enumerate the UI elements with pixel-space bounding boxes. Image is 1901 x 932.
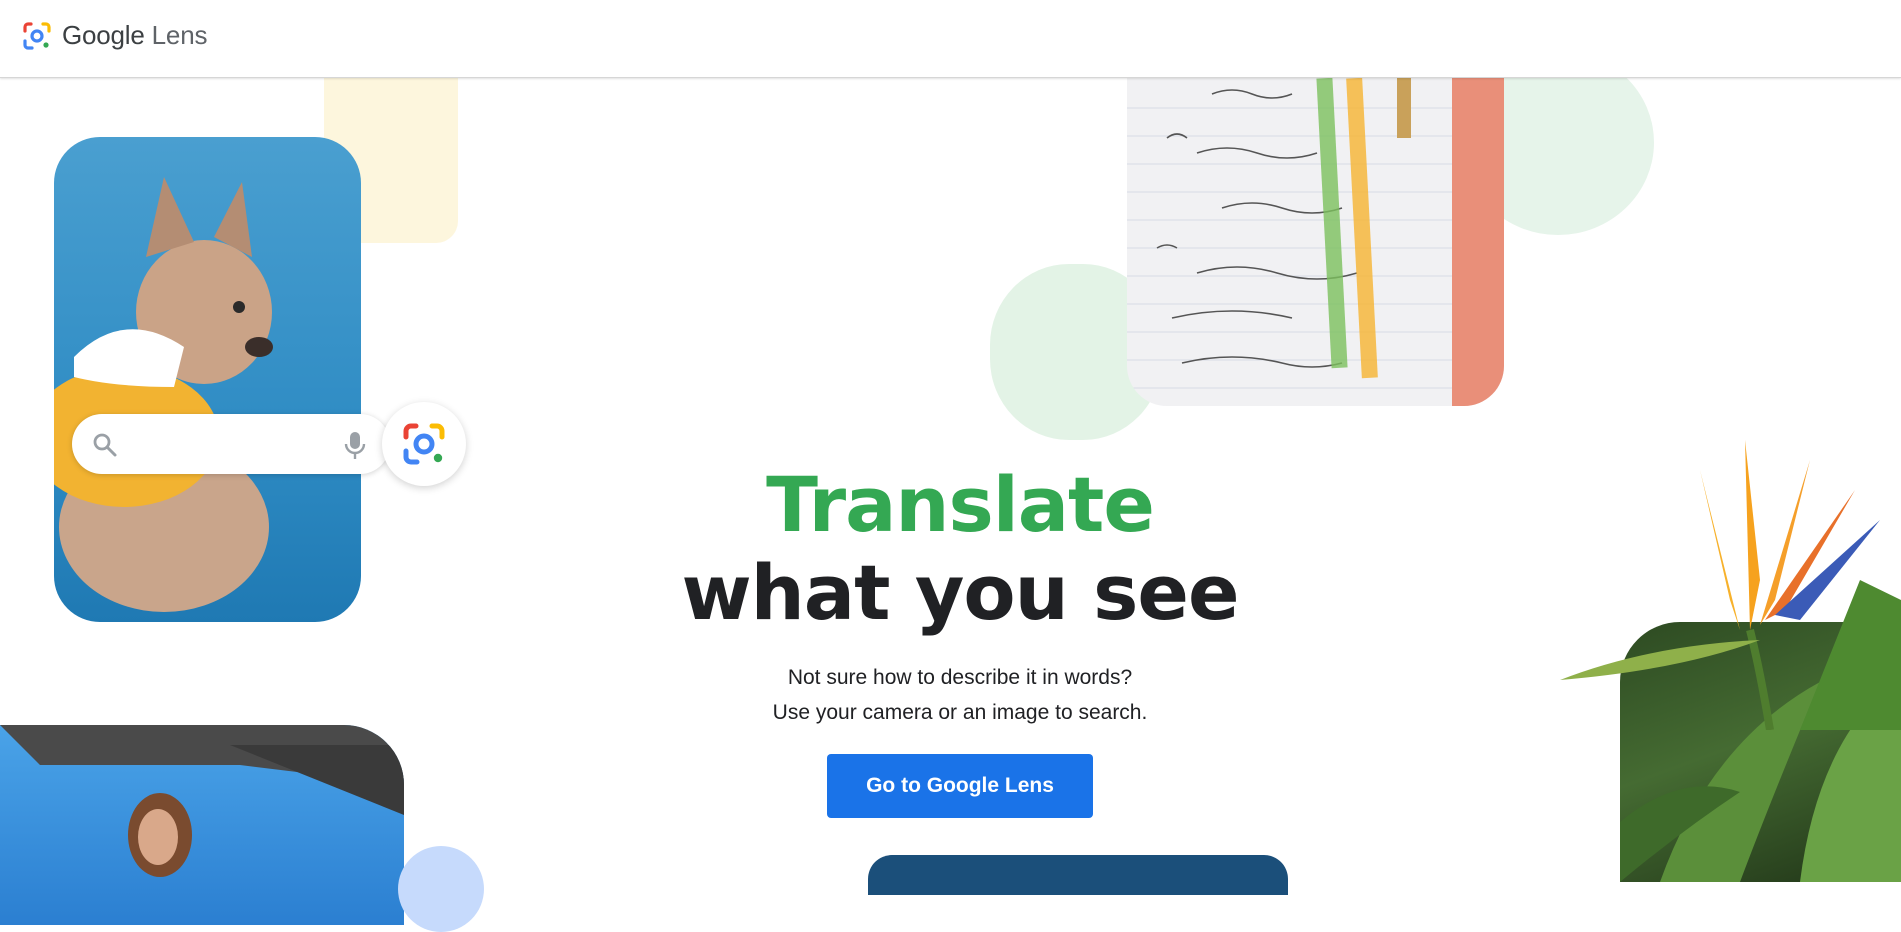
- bird-of-paradise-flower-illustration: [1560, 440, 1901, 730]
- hero-title-accent: Translate: [766, 460, 1155, 549]
- mic-icon[interactable]: [344, 430, 366, 460]
- google-lens-logo-text[interactable]: Google Lens: [62, 20, 207, 51]
- person-illustration: [0, 725, 404, 877]
- google-lens-button[interactable]: [382, 402, 466, 486]
- google-lens-icon: [403, 423, 445, 465]
- hero-subtitle-line-2: Use your camera or an image to search.: [772, 701, 1148, 724]
- google-lens-logo-icon[interactable]: [22, 21, 52, 51]
- bottom-photo-card: [868, 855, 1288, 895]
- hero-title-main: what you see: [681, 548, 1239, 637]
- person-photo-card: [0, 725, 404, 925]
- search-bar[interactable]: [72, 414, 390, 474]
- top-bar: Google Lens: [0, 0, 1901, 78]
- dog-photo-card: [54, 137, 361, 622]
- handwritten-notes-photo-card: [1127, 78, 1504, 406]
- hero-section: Translate what you see Not sure how to d…: [560, 460, 1360, 818]
- product-text: Lens: [151, 20, 208, 50]
- brand-text: Google: [62, 20, 145, 50]
- hero-subtitle-line-1: Not sure how to describe it in words?: [787, 666, 1133, 689]
- search-icon: [93, 433, 117, 457]
- go-to-google-lens-button[interactable]: Go to Google Lens: [827, 754, 1093, 818]
- notes-illustration: [1127, 78, 1504, 406]
- hero-subtitle: Not sure how to describe it in words? Us…: [560, 660, 1360, 730]
- dog-illustration: [54, 177, 273, 612]
